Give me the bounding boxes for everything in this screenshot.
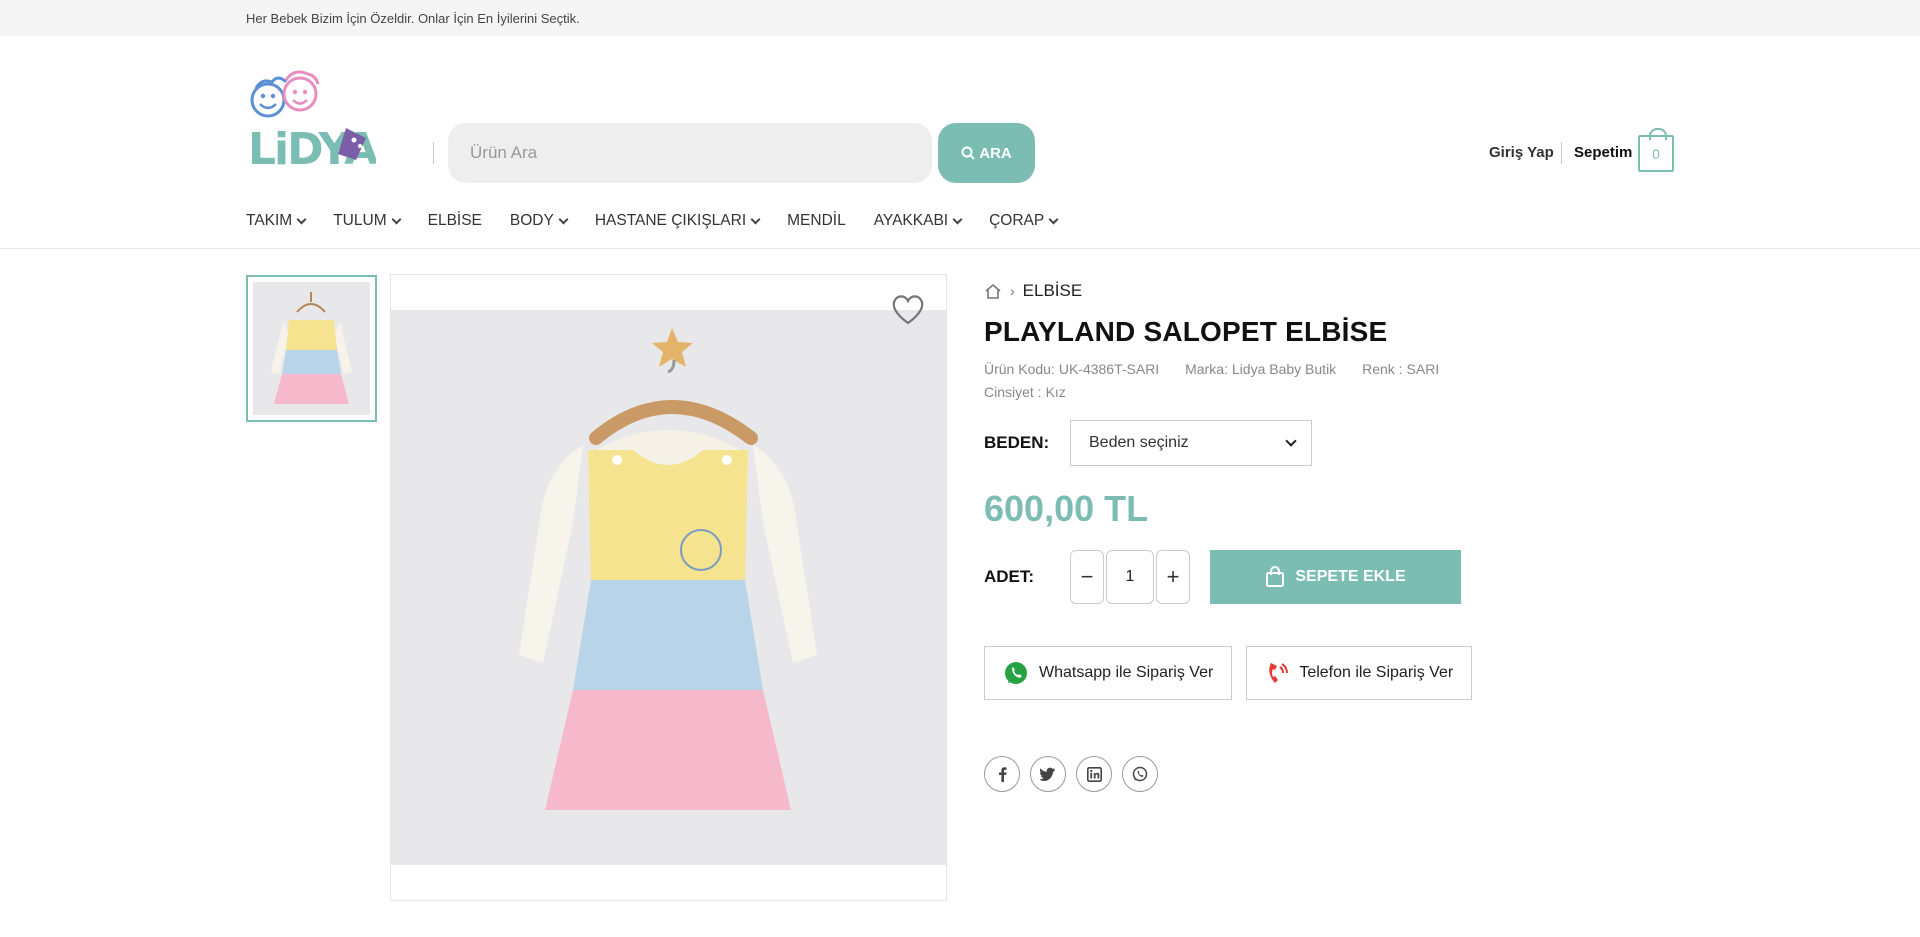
search-button[interactable]: ARA [938, 123, 1035, 183]
chevron-down-icon [296, 214, 307, 224]
product-info: › ELBİSE PLAYLAND SALOPET ELBİSE Ürün Ko… [984, 280, 1504, 792]
nav-item-hastane-çikişlari[interactable]: HASTANE ÇIKIŞLARI [594, 212, 761, 230]
whatsapp-icon [1132, 766, 1148, 782]
quantity-input[interactable]: 1 [1106, 550, 1154, 604]
order-options: Whatsapp ile Sipariş Ver Telefon ile Sip… [984, 646, 1504, 700]
facebook-share-button[interactable] [984, 756, 1020, 792]
product-meta: Ürün Kodu: UK-4386T-SARI Marka: Lidya Baby… [984, 358, 1504, 404]
nav-divider [0, 248, 1920, 249]
facebook-icon [999, 767, 1007, 782]
chevron-down-icon [750, 214, 761, 224]
whatsapp-share-button[interactable] [1122, 756, 1158, 792]
product-photo [391, 310, 946, 865]
nav-item-label: HASTANE ÇIKIŞLARI [594, 212, 747, 229]
nav-item-label: BODY [509, 212, 554, 229]
search-input[interactable] [448, 123, 932, 183]
cart-link[interactable]: Sepetim [1574, 144, 1632, 161]
home-icon[interactable] [984, 282, 1002, 300]
size-select[interactable]: Beden seçiniz [1070, 420, 1312, 466]
nav-item-label: TULUM [333, 212, 387, 229]
add-to-cart-label: SEPETE EKLE [1295, 568, 1406, 585]
nav-item-takim[interactable]: TAKIM [246, 212, 307, 230]
size-select-value: Beden seçiniz [1089, 434, 1189, 451]
size-row: BEDEN: Beden seçiniz [984, 420, 1504, 466]
search-button-label: ARA [979, 144, 1012, 162]
product-price: 600,00 TL [984, 488, 1149, 529]
login-link[interactable]: Giriş Yap [1489, 144, 1554, 161]
phone-icon [1269, 663, 1289, 683]
nav-item-tulum[interactable]: TULUM [333, 212, 402, 230]
quantity-stepper: − 1 + [1070, 550, 1190, 604]
twitter-icon [1040, 767, 1055, 781]
main-product-image[interactable] [390, 274, 947, 901]
chevron-right-icon: › [1010, 283, 1015, 299]
heart-icon[interactable] [890, 293, 926, 325]
breadcrumb-category[interactable]: ELBİSE [1023, 281, 1083, 301]
linkedin-icon [1086, 766, 1102, 782]
product-brand: Marka: Lidya Baby Butik [1185, 361, 1337, 377]
chevron-down-icon [1285, 434, 1297, 447]
whatsapp-order-button[interactable]: Whatsapp ile Sipariş Ver [984, 646, 1233, 700]
nav-item-body[interactable]: BODY [509, 212, 569, 230]
cart-count-badge[interactable]: 0 [1638, 128, 1674, 172]
top-announcement-bar: Her Bebek Bizim İçin Özeldir. Onlar İçin… [0, 0, 1920, 36]
search-icon [961, 146, 975, 160]
whatsapp-icon [1005, 662, 1027, 684]
increase-quantity-button[interactable]: + [1156, 550, 1190, 604]
chevron-down-icon [1048, 214, 1059, 224]
nav-item-label: ÇORAP [989, 212, 1045, 229]
announcement-text: Her Bebek Bizim İçin Özeldir. Onlar İçin… [246, 10, 580, 26]
chevron-down-icon [952, 214, 963, 224]
size-label: BEDEN: [984, 433, 1050, 452]
nav-item-label: ELBİSE [427, 212, 482, 229]
chevron-down-icon [391, 214, 402, 224]
nav-item-label: AYAKKABI [873, 212, 949, 229]
header-separator [1561, 142, 1562, 164]
nav-item-elbi̇se[interactable]: ELBİSE [428, 212, 482, 230]
product-thumbnail[interactable] [246, 275, 377, 422]
add-to-cart-button[interactable]: SEPETE EKLE [1210, 550, 1461, 604]
nav-item-mendi̇l[interactable]: MENDİL [787, 212, 846, 230]
decrease-quantity-button[interactable]: − [1070, 550, 1104, 604]
share-buttons [984, 756, 1504, 792]
logo-divider [433, 142, 434, 164]
breadcrumb: › ELBİSE [984, 280, 1504, 302]
product-code: Ürün Kodu: UK-4386T-SARI [984, 361, 1160, 377]
product-title: PLAYLAND SALOPET ELBİSE [984, 316, 1388, 347]
site-logo[interactable]: LiDYA [246, 66, 380, 176]
twitter-share-button[interactable] [1030, 756, 1066, 792]
chevron-down-icon [558, 214, 569, 224]
phone-order-label: Telefon ile Sipariş Ver [1299, 664, 1454, 681]
quantity-row: ADET: − 1 + SEPETE EKLE [984, 550, 1504, 604]
product-color: Renk : SARI [1362, 361, 1440, 377]
site-header: LiDYA ARA Giriş Yap Sepetim 0 [0, 36, 1920, 186]
phone-order-button[interactable]: Telefon ile Sipariş Ver [1246, 646, 1473, 700]
quantity-label: ADET: [984, 567, 1035, 586]
nav-item-çorap[interactable]: ÇORAP [989, 212, 1059, 230]
product-gender: Cinsiyet : Kız [984, 384, 1066, 400]
nav-item-label: TAKIM [246, 212, 293, 229]
nav-item-label: MENDİL [787, 212, 846, 229]
whatsapp-order-label: Whatsapp ile Sipariş Ver [1039, 664, 1214, 681]
linkedin-share-button[interactable] [1076, 756, 1112, 792]
bag-icon [1266, 566, 1285, 587]
nav-item-ayakkabi[interactable]: AYAKKABI [873, 212, 963, 230]
main-nav: TAKIM TULUM ELBİSE BODY HASTANE ÇIKIŞLARI MEN… [246, 212, 1085, 230]
